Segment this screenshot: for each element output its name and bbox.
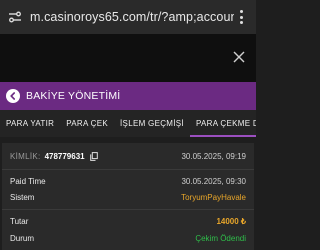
more-menu-icon[interactable] [234,8,248,26]
tab-withdraw[interactable]: PARA ÇEK [60,110,114,137]
close-icon[interactable] [232,50,246,64]
paid-time-label: Paid Time [10,176,46,186]
copy-icon[interactable] [89,151,98,161]
page-title: BAKİYE YÖNETİMİ [26,90,121,102]
system-label: Sistem [10,192,35,202]
status-badge: Çekim Ödendi [195,233,246,243]
balance-header: BAKİYE YÖNETİMİ [0,82,256,110]
browser-address-bar[interactable]: m.casinoroys65.com/tr/?amp;account [0,0,256,34]
tab-transaction-history[interactable]: İŞLEM GEÇMİŞİ [114,110,190,137]
amount-row: Tutar 14000 ₺ [2,215,254,227]
paid-time-row: Paid Time 30.05.2025, 09:30 [2,175,254,187]
back-arrow-icon[interactable] [6,89,20,103]
divider [2,209,254,210]
balance-tabs: PARA YATIR PARA ÇEK İŞLEM GEÇMİŞİ PARA Ç… [0,110,256,137]
transaction-id-label: KİMLİK: [10,151,41,161]
divider [2,169,254,170]
status-label: Durum [10,233,35,243]
system-row: Sistem ToryumPayHavale [2,191,254,203]
tab-withdraw-status[interactable]: PARA ÇEKME DURUMU [189,110,256,137]
amount-label: Tutar [10,216,29,226]
transaction-created-date: 30.05.2025, 09:19 [181,151,246,161]
transaction-id-value: 478779631 [44,151,85,161]
site-info-icon[interactable] [8,10,22,24]
amount-value: 14000 ₺ [216,216,246,226]
transaction-card: KİMLİK: 478779631 30.05.2025, 09:19 Paid… [2,143,254,250]
status-row: Durum Çekim Ödendi [2,232,254,244]
transaction-id-row: KİMLİK: 478779631 30.05.2025, 09:19 [2,149,254,163]
system-value: ToryumPayHavale [181,192,246,202]
paid-time-value: 30.05.2025, 09:30 [181,176,246,186]
dimmed-backdrop [0,34,256,82]
url-text[interactable]: m.casinoroys65.com/tr/?amp;account [30,10,234,24]
tab-deposit[interactable]: PARA YATIR [0,110,60,137]
